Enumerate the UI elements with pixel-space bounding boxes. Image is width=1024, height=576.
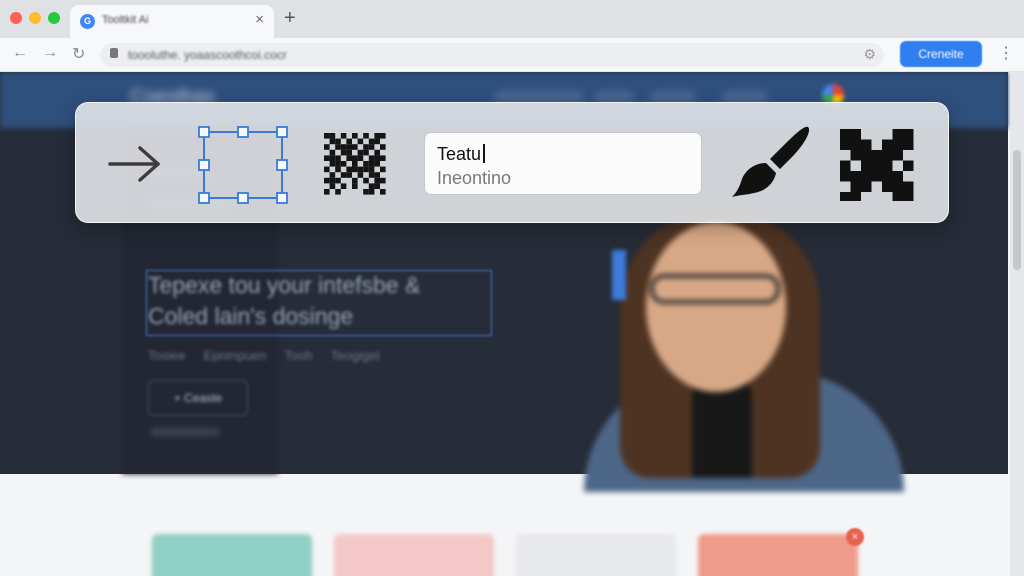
arrow-tool-button[interactable] xyxy=(106,141,164,187)
back-icon[interactable]: ← xyxy=(12,44,28,62)
paintbrush-icon xyxy=(732,126,810,197)
notification-badge[interactable]: × xyxy=(846,528,864,546)
selection-box-icon xyxy=(198,126,288,204)
address-bar-row: ← → ↻ toooluthe. yoaascoothcoi.cocr ⚙ xyxy=(0,38,1024,72)
text-tool-input[interactable]: Teatu Ineontino xyxy=(424,132,702,195)
more-menu-icon[interactable]: ⋮ xyxy=(998,43,1014,63)
hero-link[interactable]: Tosiee xyxy=(148,348,186,363)
hero-link[interactable]: Epnmpuen xyxy=(204,348,267,363)
close-tab-icon[interactable]: × xyxy=(255,11,264,28)
scrollbar[interactable] xyxy=(1010,72,1024,576)
reload-icon[interactable]: ↻ xyxy=(72,44,85,64)
new-tab-button[interactable]: + xyxy=(284,7,296,30)
feature-card[interactable] xyxy=(516,534,676,576)
favicon-icon: G xyxy=(80,14,95,29)
hero-link[interactable]: Tooh xyxy=(284,348,312,363)
pixelate-tool-button[interactable] xyxy=(324,133,386,197)
mosaic-icon xyxy=(840,129,914,203)
tab-bar: G Tooltkit Ai × + xyxy=(0,0,1024,38)
minimize-window-button[interactable] xyxy=(29,12,41,24)
pixelate-icon xyxy=(324,133,386,195)
scrollbar-thumb[interactable] xyxy=(1013,150,1021,270)
hero-photo xyxy=(584,182,964,492)
url-input[interactable]: toooluthe. yoaascoothcoi.cocr ⚙ xyxy=(100,43,884,67)
window-controls xyxy=(10,12,60,24)
create-button[interactable]: Creneite xyxy=(900,41,982,67)
feature-card[interactable] xyxy=(152,534,312,576)
hero-create-button[interactable]: + Ceaste xyxy=(148,380,248,416)
hero-links: Tosiee Epnmpuen Tooh Teogiget xyxy=(148,348,380,363)
tool-palette: Teatu Ineontino xyxy=(75,102,949,223)
feature-card[interactable] xyxy=(334,534,494,576)
close-window-button[interactable] xyxy=(10,12,22,24)
text-selection-box xyxy=(146,270,492,336)
forward-icon[interactable]: → xyxy=(42,44,58,62)
text-input-value: Teatu xyxy=(437,144,485,165)
settings-icon[interactable]: ⚙ xyxy=(863,46,876,63)
tab-title: Tooltkit Ai xyxy=(102,14,149,26)
feature-card[interactable] xyxy=(698,534,858,576)
url-text: toooluthe. yoaascoothcoi.cocr xyxy=(128,48,287,62)
maximize-window-button[interactable] xyxy=(48,12,60,24)
lock-icon xyxy=(110,48,118,58)
select-tool-button[interactable] xyxy=(194,123,294,207)
brush-tool-button[interactable] xyxy=(730,123,814,201)
arrow-right-icon xyxy=(108,146,160,182)
browser-tab[interactable]: G Tooltkit Ai × xyxy=(70,5,274,38)
mosaic-tool-button[interactable] xyxy=(840,129,916,203)
hero-link[interactable]: Teogiget xyxy=(331,348,380,363)
text-input-placeholder: Ineontino xyxy=(437,168,512,188)
